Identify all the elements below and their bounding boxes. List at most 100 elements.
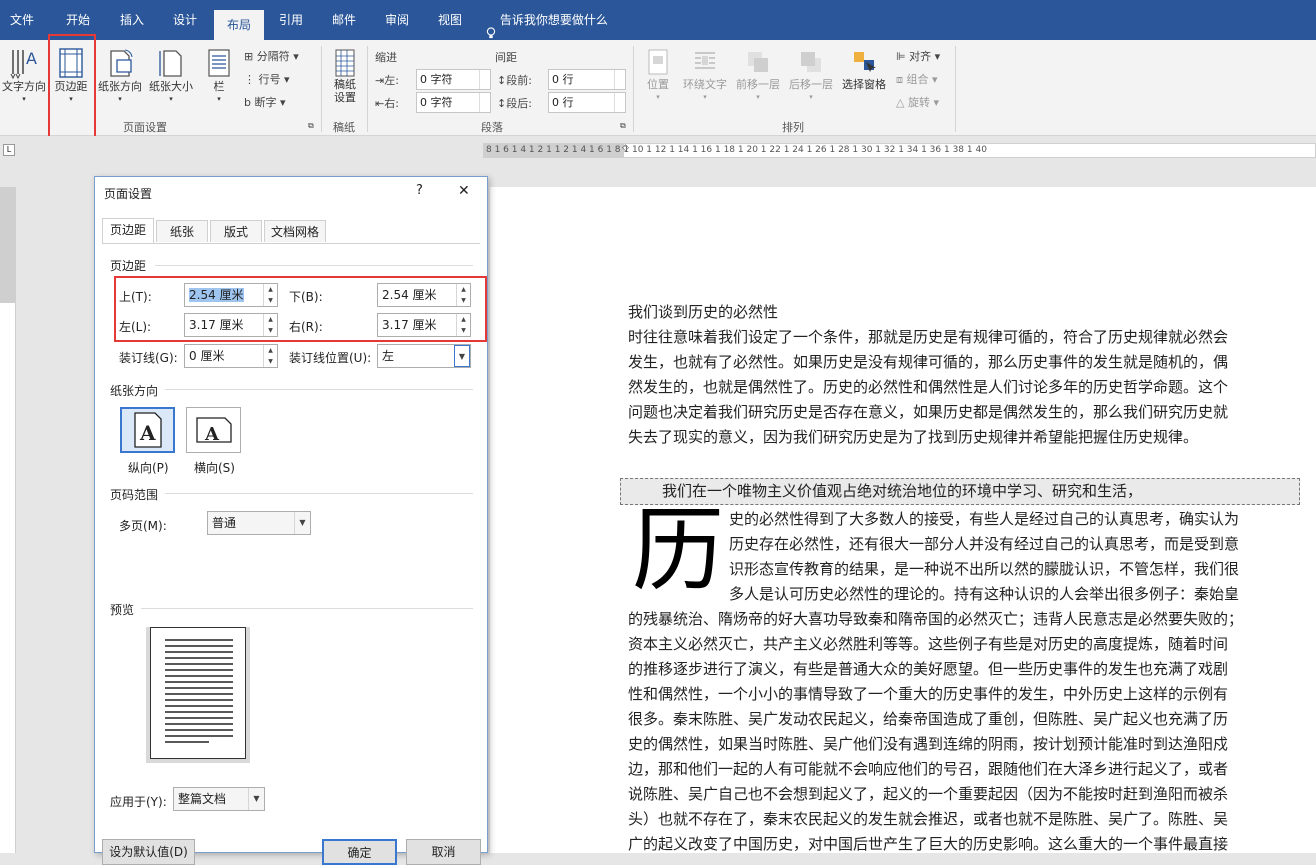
doc-para1-line3: 然发生的，也就是偶然性了。历史的必然性和偶然性是人们讨论多年的历史哲学命题。这个 — [628, 378, 1229, 396]
tab-view[interactable]: 视图 — [428, 0, 472, 40]
lightbulb-icon — [486, 15, 496, 38]
landscape-label[interactable]: 横向(S) — [194, 459, 235, 476]
dialog-tab-paper[interactable]: 纸张 — [156, 220, 208, 242]
close-icon[interactable]: ✕ — [458, 183, 470, 199]
right-margin-spinner[interactable]: ▲ ▼ — [456, 314, 470, 336]
indent-left-input[interactable]: 0 字符 — [416, 69, 491, 90]
top-margin-input[interactable]: 2.54 厘米 ▲ ▼ — [184, 283, 278, 307]
tab-references[interactable]: 引用 — [269, 0, 313, 40]
columns-button[interactable]: 栏 ▾ — [202, 46, 236, 106]
group-separator — [321, 46, 322, 132]
size-button[interactable]: 纸张大小 ▾ — [146, 46, 196, 106]
dialog-tab-docgrid[interactable]: 文档网格 — [264, 220, 326, 242]
ribbon-tab-bar: 文件 开始 插入 设计 布局 引用 邮件 审阅 视图 告诉我你想要做什么 — [0, 0, 1316, 40]
send-backward-button[interactable]: 后移一层 ▾ — [785, 48, 837, 104]
gutter-spinner[interactable]: ▲ ▼ — [263, 345, 277, 367]
doc-para2-line2: 历史存在必然性，还有很大一部分人并没有经过自己的认真思考，而是受到意 — [729, 535, 1240, 553]
dialog-tab-margins[interactable]: 页边距 — [102, 218, 154, 243]
ok-button[interactable]: 确定 — [322, 839, 397, 865]
paragraph-launcher-icon[interactable]: ⧉ — [620, 121, 626, 131]
tab-mailings[interactable]: 邮件 — [322, 0, 366, 40]
orientation-icon — [110, 49, 133, 77]
wrap-text-button[interactable]: 环绕文字 ▾ — [680, 48, 730, 104]
top-margin-value: 2.54 厘米 — [189, 288, 244, 302]
page-setup-dialog: 页面设置 ? ✕ 页边距 纸张 版式 文档网格 页边距 上(T): 2.54 厘… — [94, 176, 488, 865]
draft-label-1: 稿纸 — [334, 78, 356, 91]
drop-cap: 历 — [632, 497, 725, 604]
dialog-tab-layout[interactable]: 版式 — [210, 220, 262, 242]
right-margin-input[interactable]: 3.17 厘米 ▲ ▼ — [377, 313, 471, 337]
landscape-page-icon: A — [196, 417, 232, 445]
left-margin-spinner[interactable]: ▲ ▼ — [263, 314, 277, 336]
text-direction-button[interactable]: A 文字方向 ▾ — [0, 46, 48, 106]
top-margin-spinner[interactable]: ▲ ▼ — [263, 284, 277, 306]
draft-grid-icon — [335, 49, 355, 77]
orientation-button[interactable]: 纸张方向 ▾ — [96, 46, 144, 106]
send-backward-icon — [801, 52, 821, 72]
chevron-down-icon[interactable]: ▼ — [454, 345, 470, 367]
chevron-down-icon[interactable]: ▼ — [248, 788, 264, 810]
bottom-margin-spinner[interactable]: ▲ ▼ — [456, 284, 470, 306]
hyphenation-button[interactable]: b 断字 ▾ — [244, 94, 286, 110]
portrait-option[interactable]: A — [120, 407, 175, 453]
doc-para2-line9: 很多。秦末陈胜、吴广发动农民起义，给秦帝国造成了重创，但陈胜、吴广起义也充满了历 — [628, 710, 1229, 728]
tab-design[interactable]: 设计 — [163, 0, 207, 40]
spacing-after-input[interactable]: 0 行 — [548, 92, 626, 113]
multiple-pages-select[interactable]: 普通 ▼ — [207, 511, 311, 535]
group-separator — [955, 46, 956, 132]
position-button[interactable]: 位置 ▾ — [640, 48, 676, 104]
bring-forward-button[interactable]: 前移一层 ▾ — [732, 48, 784, 104]
preview-lines-icon — [165, 639, 233, 743]
apply-to-select[interactable]: 整篇文档 ▼ — [173, 787, 265, 811]
doc-para2-line7: 的推移逐步进行了演义，有些是普通大众的美好愿望。但一些历史事件的发生也充满了戏剧 — [628, 660, 1229, 678]
align-label: 对齐 — [909, 50, 932, 63]
selection-pane-button[interactable]: 选择窗格 — [838, 48, 890, 91]
draft-settings-button[interactable]: 稿纸 设置 — [326, 48, 364, 104]
align-button[interactable]: ⊫ 对齐 ▾ — [896, 48, 940, 64]
tab-file[interactable]: 文件 — [0, 0, 44, 40]
doc-boxed-line: 我们在一个唯物主义价值观占绝对统治地位的环境中学习、研究和生活， — [662, 482, 1143, 500]
breaks-button[interactable]: ⊞ 分隔符 ▾ — [244, 48, 299, 64]
multiple-pages-label: 多页(M): — [119, 519, 167, 533]
bring-forward-label: 前移一层 — [736, 78, 780, 91]
columns-icon — [208, 49, 230, 77]
align-icon: ⊫ — [896, 50, 906, 63]
gutter-input[interactable]: 0 厘米 ▲ ▼ — [184, 344, 278, 368]
group-objects-button[interactable]: ⧈ 组合 ▾ — [896, 71, 938, 87]
group-icon: ⧈ — [896, 73, 903, 86]
vertical-ruler[interactable] — [0, 187, 16, 853]
tab-layout[interactable]: 布局 — [214, 10, 264, 40]
columns-label: 栏 — [213, 80, 225, 93]
dialog-title: 页面设置 — [104, 187, 153, 201]
rotate-button[interactable]: △ 旋转 ▾ — [896, 94, 939, 110]
help-button[interactable]: ? — [416, 183, 423, 198]
set-default-button[interactable]: 设为默认值(D) — [102, 839, 195, 865]
text-direction-icon: A — [10, 49, 37, 80]
line-numbers-button[interactable]: ⋮ 行号 ▾ — [244, 71, 290, 87]
chevron-down-icon[interactable]: ▼ — [294, 512, 310, 534]
tab-home[interactable]: 开始 — [56, 0, 100, 40]
landscape-option[interactable]: A — [186, 407, 241, 453]
page-setup-launcher-icon[interactable]: ⧉ — [308, 121, 314, 131]
gutter-value: 0 厘米 — [189, 349, 225, 363]
bottom-margin-input[interactable]: 2.54 厘米 ▲ ▼ — [377, 283, 471, 307]
breaks-icon: ⊞ — [244, 50, 254, 63]
indent-right-input[interactable]: 0 字符 — [416, 92, 491, 113]
tell-me-search[interactable]: 告诉我你想要做什么 — [486, 0, 626, 40]
tab-selector[interactable]: L — [3, 144, 15, 156]
selection-pane-icon — [854, 52, 876, 72]
spacing-before-input[interactable]: 0 行 — [548, 69, 626, 90]
indent-marker-icon[interactable]: ◇ — [622, 144, 629, 153]
right-margin-label: 右(R): — [289, 320, 323, 334]
cancel-button[interactable]: 取消 — [406, 839, 481, 865]
portrait-label[interactable]: 纵向(P) — [128, 459, 169, 476]
gutter-position-select[interactable]: 左 ▼ — [377, 344, 471, 368]
horizontal-ruler[interactable]: 8 1 6 1 4 1 2 1 1 2 1 4 1 6 1 8 1 10 1 1… — [483, 143, 1316, 158]
tab-insert[interactable]: 插入 — [110, 0, 154, 40]
tab-review[interactable]: 审阅 — [375, 0, 419, 40]
left-margin-input[interactable]: 3.17 厘米 ▲ ▼ — [184, 313, 278, 337]
margins-button[interactable]: 页边距 ▾ — [50, 46, 92, 106]
spacing-after-label: ↕段后: — [497, 97, 532, 110]
margins-label: 页边距 — [54, 80, 88, 93]
document-page[interactable]: 我们谈到历史的必然性 时往往意味着我们设定了一个条件，那就是历史是有规律可循的，… — [490, 187, 1316, 853]
